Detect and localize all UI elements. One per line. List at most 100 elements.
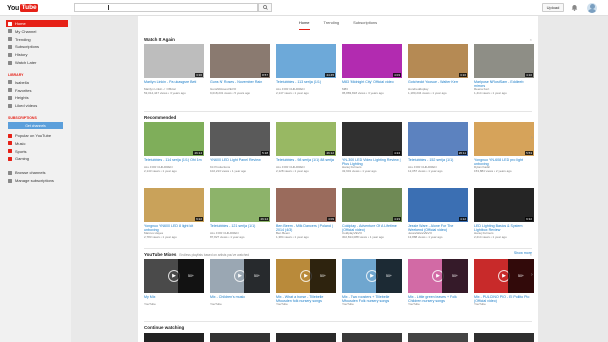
video-thumbnail[interactable]: 4:23 <box>342 188 402 222</box>
video-thumbnail[interactable]: 26:14 <box>144 122 204 156</box>
video-card[interactable]: ▶ 50+ Mix - Two roosters + Tillebelle Mfou… <box>342 259 402 307</box>
video-card[interactable]: ▶ 50+ Mix - Little green leaves + Folk Chi… <box>408 259 468 307</box>
video-card[interactable]: 26:14 Teletubbies - 114 serija (1/1) Ohi … <box>144 122 204 173</box>
tab-subscriptions[interactable]: Subscriptions <box>353 16 377 30</box>
tab-home[interactable]: Home <box>298 16 310 30</box>
upload-button[interactable]: Upload <box>542 3 564 12</box>
video-channel[interactable]: YouTube <box>408 303 468 307</box>
library-item[interactable]: Liked videos <box>6 102 68 109</box>
youtube-logo[interactable]: You Tube <box>7 3 39 13</box>
sidebar-footer-item[interactable]: Browse channels <box>6 169 68 176</box>
get-channels-button[interactable]: Get channels <box>8 122 63 129</box>
video-thumbnail[interactable]: ▶ 50+ <box>474 259 534 293</box>
page-scrollbar[interactable] <box>600 16 608 342</box>
video-card[interactable]: 4:03 M83 'Midnight City' Official video M8… <box>342 44 402 95</box>
account-avatar[interactable] <box>587 2 597 13</box>
video-channel[interactable]: YouTube <box>474 303 534 307</box>
video-card[interactable]: ▶ 50+ Mix - PULCINO PIO - El Pollito Pio (… <box>474 259 534 307</box>
video-thumbnail[interactable] <box>144 333 204 342</box>
search-input[interactable] <box>74 3 258 12</box>
video-title[interactable]: My Mix <box>144 295 204 303</box>
video-card[interactable]: 9:22 Yongnuo YN600 LED 8 light kit unboxi… <box>144 188 204 239</box>
video-thumbnail[interactable]: 3:16 <box>408 44 468 78</box>
video-card[interactable]: 9:32 LED Lighting Basics & System Lightbo… <box>474 188 534 239</box>
video-title[interactable]: Teletubbies - 121 serija (1/1) <box>210 224 270 232</box>
video-thumbnail[interactable]: 4:24 <box>342 122 402 156</box>
video-title[interactable]: Yongnuo YN-608 LED pro light unboxing <box>474 158 534 166</box>
video-title[interactable]: YN600 LED Light Panel Review <box>210 158 270 166</box>
video-thumbnail[interactable] <box>210 333 270 342</box>
video-thumbnail[interactable]: 3:36 <box>144 44 204 78</box>
video-title[interactable]: Mix - Little green leaves + Folk Childre… <box>408 295 468 303</box>
library-item[interactable]: Isabella <box>6 79 68 86</box>
video-title[interactable]: Mix - Two roosters + Tillebelle Mfousden… <box>342 295 402 303</box>
video-title[interactable]: Coldplay - Adventure Of A Lifetime (Offi… <box>342 224 402 232</box>
video-card[interactable]: 3:16 Gotcheckt Yoosue - Walter Kerr Hundre… <box>408 44 468 95</box>
video-thumbnail[interactable]: ▶ 50+ <box>408 259 468 293</box>
video-thumbnail[interactable]: 9:22 <box>144 188 204 222</box>
video-thumbnail[interactable]: 4:12 <box>408 188 468 222</box>
video-card[interactable]: 4:24 YN-300 LED Video Lighting Review | P… <box>342 122 402 173</box>
video-thumbnail[interactable]: ▶ 50+ <box>276 259 336 293</box>
subscription-item[interactable]: Gaming <box>6 155 68 162</box>
video-thumbnail[interactable]: 8:57 <box>210 44 270 78</box>
video-thumbnail[interactable] <box>342 333 402 342</box>
video-thumbnail[interactable] <box>276 333 336 342</box>
video-thumbnail[interactable]: 5:18 <box>210 122 270 156</box>
video-thumbnail[interactable] <box>408 333 468 342</box>
search-button[interactable] <box>258 3 272 12</box>
subscription-item[interactable]: Music <box>6 140 68 147</box>
video-thumbnail[interactable]: ▶ 50+ <box>342 259 402 293</box>
video-card[interactable]: ▶ 50+ Mix - What a horse - Tillebelle Mfou… <box>276 259 336 307</box>
video-card[interactable]: 24:45 Teletubbies - 113 serija (1/1) ALL F… <box>276 44 336 95</box>
video-channel[interactable]: YouTube <box>276 303 336 307</box>
video-thumbnail[interactable]: ▶ 50+ <box>144 259 204 293</box>
video-card[interactable]: 4:10 Marlpose NRostSam - Eddleeb mirrors R… <box>474 44 534 95</box>
sidebar-item-home[interactable]: Home <box>6 20 68 27</box>
sidebar-item-trending[interactable]: Trending <box>6 36 68 43</box>
video-title[interactable]: Marlpose NRostSam - Eddleeb mirrors <box>474 80 534 88</box>
video-card[interactable]: ▶ 50+ My Mix YouTube <box>144 259 204 307</box>
video-card[interactable]: 4:23 Coldplay - Adventure Of A Lifetime (… <box>342 188 402 239</box>
video-title[interactable]: Guns N' Roses - November Rain <box>210 80 270 88</box>
video-title[interactable]: LED Lighting Basics & System Lightbox Re… <box>474 224 534 232</box>
video-channel[interactable]: YouTube <box>144 303 204 307</box>
subscription-item[interactable]: Popular on YouTube <box>6 132 68 139</box>
video-thumbnail[interactable]: 4:10 <box>474 44 534 78</box>
video-title[interactable]: YN-300 LED Video Lighting Review | Plus … <box>342 158 402 166</box>
next-arrow-icon[interactable]: › <box>531 135 533 141</box>
video-thumbnail[interactable]: ▶ 50+ <box>210 259 270 293</box>
sidebar-item-subscriptions[interactable]: Subscriptions <box>6 43 68 50</box>
library-item[interactable]: Heights <box>6 94 68 101</box>
video-title[interactable]: Marilyn Linkin - Pa ukasgsre Beti <box>144 80 204 88</box>
video-thumbnail[interactable]: 26:14 <box>210 188 270 222</box>
sidebar-item-history[interactable]: History <box>6 51 68 58</box>
video-title[interactable]: Jessie Ware - Alone For The Weekend (Off… <box>408 224 468 232</box>
tab-trending[interactable]: Trending <box>324 16 340 30</box>
video-title[interactable]: Mix - PULCINO PIO - El Pollito Pio (Offi… <box>474 295 534 303</box>
library-item[interactable]: Favorites <box>6 87 68 94</box>
sidebar-item-my-channel[interactable]: My Channel <box>6 28 68 35</box>
video-thumbnail[interactable]: 26:11 <box>408 122 468 156</box>
video-title[interactable]: Teletubbies - 152 serija (1/1) <box>408 158 468 166</box>
video-channel[interactable]: YouTube <box>342 303 402 307</box>
video-title[interactable]: Teletubbies - 98 serija (1/1) 88 serija <box>276 158 336 166</box>
video-card[interactable]: 26:14 Teletubbies - 121 serija (1/1) ALL F… <box>210 188 270 239</box>
video-thumbnail[interactable]: 5:53 <box>474 122 534 156</box>
video-title[interactable]: Yongnuo YN600 LED 8 light kit unboxing <box>144 224 204 232</box>
video-title[interactable]: Teletubbies - 113 serija (1/1) <box>276 80 336 88</box>
video-thumbnail[interactable] <box>474 333 534 342</box>
video-card[interactable]: 5:53 Yongnuo YN-608 LED pro light unboxin… <box>474 122 534 173</box>
next-arrow-icon[interactable]: › <box>531 272 533 278</box>
video-card[interactable]: 4:12 Jessie Ware - Alone For The Weekend … <box>408 188 468 239</box>
video-title[interactable]: Mix - What a horse - Tillebelle Mfousden… <box>276 295 336 303</box>
next-arrow-icon[interactable]: › <box>531 57 533 63</box>
sidebar-item-watch-later[interactable]: Watch Later <box>6 59 68 66</box>
video-card[interactable]: 26:11 Teletubbies - 152 serija (1/1) ALL F… <box>408 122 468 173</box>
dismiss-icon[interactable]: × <box>530 252 532 257</box>
video-thumbnail[interactable]: 24:45 <box>276 44 336 78</box>
video-thumbnail[interactable]: 4:09 <box>276 188 336 222</box>
video-thumbnail[interactable]: 4:03 <box>342 44 402 78</box>
video-channel[interactable]: YouTube <box>210 303 270 307</box>
video-thumbnail[interactable]: 9:32 <box>474 188 534 222</box>
